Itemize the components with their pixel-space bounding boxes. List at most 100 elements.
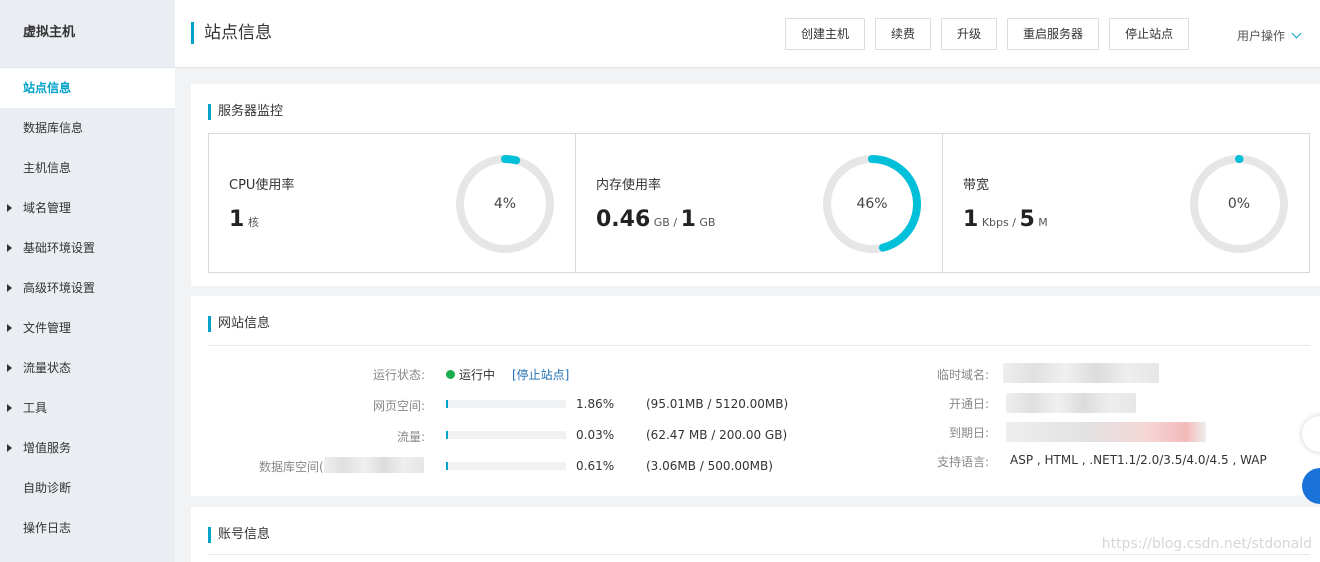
memory-used-unit: GB (653, 216, 670, 229)
db-space-percent: 0.61% (576, 459, 615, 473)
sidebar-item-tools[interactable]: 工具 (0, 388, 175, 428)
create-host-button[interactable]: 创建主机 (785, 18, 866, 50)
bandwidth-used: 1 (963, 207, 979, 232)
caret-right-icon (7, 364, 12, 372)
bandwidth-total: 5 (1019, 207, 1035, 232)
db-space-detail: (3.06MB / 500.00MB) (646, 459, 773, 473)
bandwidth-sep: / (1012, 216, 1016, 229)
section-title: 服务器监控 (208, 104, 283, 120)
divider (208, 345, 1310, 346)
sidebar-item-basic-env[interactable]: 基础环境设置 (0, 228, 175, 268)
run-status-label: 运行状态: (372, 368, 425, 382)
web-space-label: 网页空间: (372, 399, 425, 413)
sidebar-list: 站点信息 数据库信息 主机信息 域名管理 基础环境设置 高级环境设置 文件管理 … (0, 68, 175, 548)
sidebar-item-file-management[interactable]: 文件管理 (0, 308, 175, 348)
caret-right-icon (7, 324, 12, 332)
bandwidth-monitor-box: 带宽 1 Kbps / 5 M 0% (942, 133, 1310, 273)
memory-sep: / (673, 216, 678, 229)
sidebar-item-traffic-status[interactable]: 流量状态 (0, 348, 175, 388)
server-monitor-card: 服务器监控 CPU使用率 1 核 4% 内存使用率 0.46 GB / 1 GB… (191, 84, 1320, 286)
stop-site-link[interactable]: [停止站点] (512, 366, 569, 383)
header: 站点信息 创建主机 续费 升级 重启服务器 停止站点 用户操作 (175, 0, 1320, 68)
sidebar-item-label: 基础环境设置 (23, 241, 96, 255)
caret-right-icon (7, 204, 12, 212)
web-space-bar-fill (446, 400, 449, 408)
redacted-temp-domain (1003, 363, 1159, 383)
cpu-label: CPU使用率 (229, 178, 295, 193)
web-space-detail: (95.01MB / 5120.00MB) (646, 397, 789, 411)
run-status-value: 运行中 (459, 368, 496, 382)
caret-right-icon (7, 404, 12, 412)
sidebar-item-site-info[interactable]: 站点信息 (0, 68, 175, 108)
sidebar-item-advanced-env[interactable]: 高级环境设置 (0, 268, 175, 308)
account-info-card: 账号信息 (191, 507, 1320, 562)
bandwidth-total-unit: M (1038, 216, 1048, 229)
caret-right-icon (7, 444, 12, 452)
sidebar-title: 虚拟主机 (0, 0, 175, 68)
sidebar-item-value-added[interactable]: 增值服务 (0, 428, 175, 468)
web-space-percent: 1.86% (576, 397, 615, 411)
db-space-bar (446, 462, 566, 470)
cpu-percent: 4% (493, 196, 517, 212)
bandwidth-value: 1 Kbps / 5 M (963, 207, 1048, 232)
sidebar-item-database-info[interactable]: 数据库信息 (0, 108, 175, 148)
memory-percent: 46% (856, 196, 888, 212)
sidebar-item-label: 工具 (23, 401, 48, 415)
run-status: 运行中 (446, 366, 495, 383)
traffic-percent: 0.03% (576, 428, 615, 442)
cpu-unit: 核 (247, 216, 259, 229)
sidebar-item-label: 域名管理 (23, 201, 72, 215)
renew-button[interactable]: 续费 (875, 18, 932, 50)
restart-server-button[interactable]: 重启服务器 (1007, 18, 1100, 50)
cpu-monitor-box: CPU使用率 1 核 4% (208, 133, 576, 273)
page-title: 站点信息 (191, 22, 272, 44)
traffic-bar (446, 431, 566, 439)
sidebar-item-label: 增值服务 (23, 441, 72, 455)
section-title: 账号信息 (208, 527, 270, 543)
bandwidth-percent: 0% (1227, 196, 1251, 212)
redacted-db-name (324, 457, 424, 473)
watermark: https://blog.csdn.net/stdonald (1101, 536, 1312, 552)
header-actions: 创建主机 续费 升级 重启服务器 停止站点 (785, 18, 1190, 50)
caret-right-icon (7, 244, 12, 252)
sidebar-item-label: 文件管理 (23, 321, 72, 335)
sidebar-item-label: 流量状态 (23, 361, 72, 375)
languages-value: ASP , HTML , .NET1.1/2.0/3.5/4.0/4.5 , W… (1010, 453, 1267, 467)
traffic-bar-fill (446, 431, 448, 439)
user-ops-dropdown[interactable]: 用户操作 (1237, 27, 1302, 44)
web-space-bar (446, 400, 566, 408)
open-date-label: 开通日: (948, 397, 989, 411)
sidebar-item-label: 高级环境设置 (23, 281, 96, 295)
bandwidth-used-unit: Kbps (981, 216, 1009, 229)
sidebar-item-operation-log[interactable]: 操作日志 (0, 508, 175, 548)
memory-total: 1 (680, 207, 696, 232)
user-ops-label: 用户操作 (1237, 29, 1286, 43)
divider (208, 554, 1310, 555)
db-space-bar-fill (446, 462, 448, 470)
memory-total-unit: GB (699, 216, 716, 229)
upgrade-button[interactable]: 升级 (941, 18, 998, 50)
cpu-cores: 1 (229, 207, 245, 232)
website-info-card: 网站信息 运行状态: 运行中 [停止站点] 网页空间: 1.86% (95.01… (191, 296, 1320, 496)
languages-label: 支持语言: (936, 455, 989, 469)
traffic-detail: (62.47 MB / 200.00 GB) (646, 428, 788, 442)
bandwidth-label: 带宽 (963, 178, 990, 193)
cpu-value: 1 核 (229, 207, 259, 232)
stop-site-button[interactable]: 停止站点 (1109, 18, 1190, 50)
db-space-label: 数据库空间( (259, 460, 324, 474)
memory-value: 0.46 GB / 1 GB (596, 207, 715, 232)
redacted-expire-date (1006, 422, 1206, 442)
sidebar-item-self-diagnosis[interactable]: 自助诊断 (0, 468, 175, 508)
temp-domain-label: 临时域名: (936, 368, 989, 382)
chevron-down-icon (1291, 28, 1302, 39)
traffic-label: 流量: (396, 430, 425, 444)
sidebar: 虚拟主机 站点信息 数据库信息 主机信息 域名管理 基础环境设置 高级环境设置 … (0, 0, 175, 562)
redacted-open-date (1006, 393, 1136, 413)
memory-used: 0.46 (596, 207, 651, 232)
sidebar-item-domain-management[interactable]: 域名管理 (0, 188, 175, 228)
section-title: 网站信息 (208, 316, 270, 332)
memory-label: 内存使用率 (596, 178, 662, 193)
expire-date-label: 到期日: (948, 426, 989, 440)
sidebar-item-host-info[interactable]: 主机信息 (0, 148, 175, 188)
memory-monitor-box: 内存使用率 0.46 GB / 1 GB 46% (575, 133, 943, 273)
